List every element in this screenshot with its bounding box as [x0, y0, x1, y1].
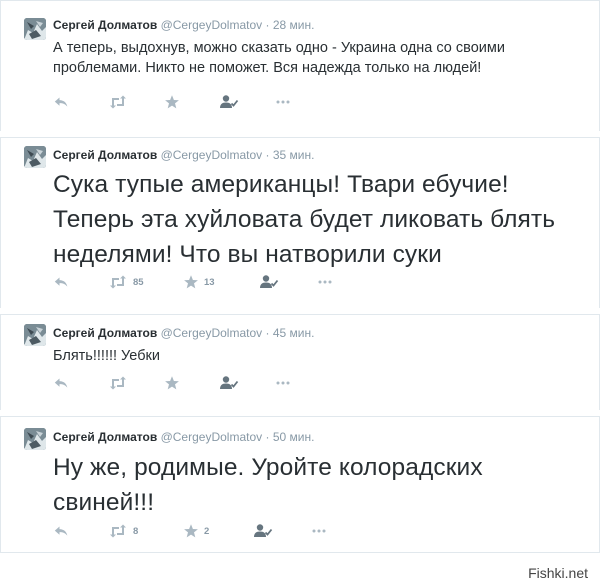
author-handle[interactable]: @CergeyDolmatov	[161, 18, 263, 32]
tweet[interactable]: Сергей Долматов @CergeyDolmatov · 45 мин…	[0, 314, 600, 410]
follow-icon	[253, 523, 273, 539]
more-icon	[275, 375, 291, 391]
tweet-text: Ну же, родимые. Уройте колорадских свине…	[53, 454, 483, 516]
avatar[interactable]	[24, 324, 46, 346]
tweet-header: Сергей Долматов @CergeyDolmatov · 45 мин…	[53, 326, 314, 340]
reply-icon	[53, 94, 69, 110]
more-button[interactable]	[275, 92, 291, 112]
reply-button[interactable]	[53, 521, 69, 541]
star-icon	[183, 523, 199, 539]
retweet-button[interactable]: 8	[108, 521, 138, 541]
follow-button[interactable]	[259, 272, 279, 292]
separator: ·	[265, 18, 270, 32]
retweet-button[interactable]: 85	[108, 272, 144, 292]
favorite-button[interactable]: 2	[183, 521, 209, 541]
retweet-icon	[108, 94, 128, 110]
follow-icon	[219, 375, 239, 391]
tweet-header: Сергей Долматов @CergeyDolmatov · 28 мин…	[53, 18, 314, 32]
more-button[interactable]	[311, 521, 327, 541]
separator: ·	[265, 148, 270, 162]
reply-button[interactable]	[53, 92, 69, 112]
favorite-count: 13	[204, 276, 215, 288]
timestamp[interactable]: 35 мин.	[273, 148, 315, 162]
timestamp[interactable]: 28 мин.	[273, 18, 315, 32]
favorite-button[interactable]: 13	[183, 272, 215, 292]
avatar[interactable]	[24, 146, 46, 168]
more-button[interactable]	[275, 373, 291, 393]
tweet[interactable]: Сергей Долматов @CergeyDolmatov · 35 мин…	[0, 137, 600, 308]
tweet-text: А теперь, выдохнув, можно сказать одно -…	[53, 40, 505, 76]
author-handle[interactable]: @CergeyDolmatov	[161, 326, 263, 340]
watermark: Fishki.net	[528, 565, 588, 581]
retweet-count: 85	[133, 276, 144, 288]
reply-icon	[53, 274, 69, 290]
reply-icon	[53, 523, 69, 539]
tweet[interactable]: Сергей Долматов @CergeyDolmatov · 50 мин…	[0, 416, 600, 553]
star-icon	[183, 274, 199, 290]
follow-button[interactable]	[253, 521, 273, 541]
avatar[interactable]	[24, 428, 46, 450]
author-name[interactable]: Сергей Долматов	[53, 326, 157, 340]
reply-icon	[53, 375, 69, 391]
avatar[interactable]	[24, 18, 46, 40]
retweet-button[interactable]	[108, 92, 133, 112]
reply-button[interactable]	[53, 272, 69, 292]
more-icon	[317, 274, 333, 290]
favorite-button[interactable]	[164, 92, 185, 112]
tweet[interactable]: Сергей Долматов @CergeyDolmatov · 28 мин…	[0, 0, 600, 131]
author-handle[interactable]: @CergeyDolmatov	[161, 148, 263, 162]
timestamp[interactable]: 50 мин.	[273, 430, 315, 444]
star-icon	[164, 94, 180, 110]
retweet-count: 8	[133, 525, 139, 537]
follow-icon	[259, 274, 279, 290]
tweet-header: Сергей Долматов @CergeyDolmatov · 35 мин…	[53, 148, 314, 162]
more-button[interactable]	[317, 272, 333, 292]
author-name[interactable]: Сергей Долматов	[53, 18, 157, 32]
timestamp[interactable]: 45 мин.	[273, 326, 315, 340]
follow-button[interactable]	[219, 92, 239, 112]
tweet-text: Сука тупые американцы! Твари ебучие! Теп…	[53, 171, 556, 268]
separator: ·	[265, 326, 270, 340]
favorite-count: 2	[204, 525, 210, 537]
follow-icon	[219, 94, 239, 110]
author-handle[interactable]: @CergeyDolmatov	[161, 430, 263, 444]
favorite-button[interactable]	[164, 373, 185, 393]
retweet-icon	[108, 274, 128, 290]
star-icon	[164, 375, 180, 391]
tweet-text: Блять!!!!!! Уебки	[53, 348, 160, 364]
separator: ·	[265, 430, 270, 444]
reply-button[interactable]	[53, 373, 69, 393]
author-name[interactable]: Сергей Долматов	[53, 148, 157, 162]
tweet-header: Сергей Долматов @CergeyDolmatov · 50 мин…	[53, 430, 314, 444]
more-icon	[311, 523, 327, 539]
follow-button[interactable]	[219, 373, 239, 393]
more-icon	[275, 94, 291, 110]
retweet-button[interactable]	[108, 373, 133, 393]
retweet-icon	[108, 375, 128, 391]
author-name[interactable]: Сергей Долматов	[53, 430, 157, 444]
retweet-icon	[108, 523, 128, 539]
